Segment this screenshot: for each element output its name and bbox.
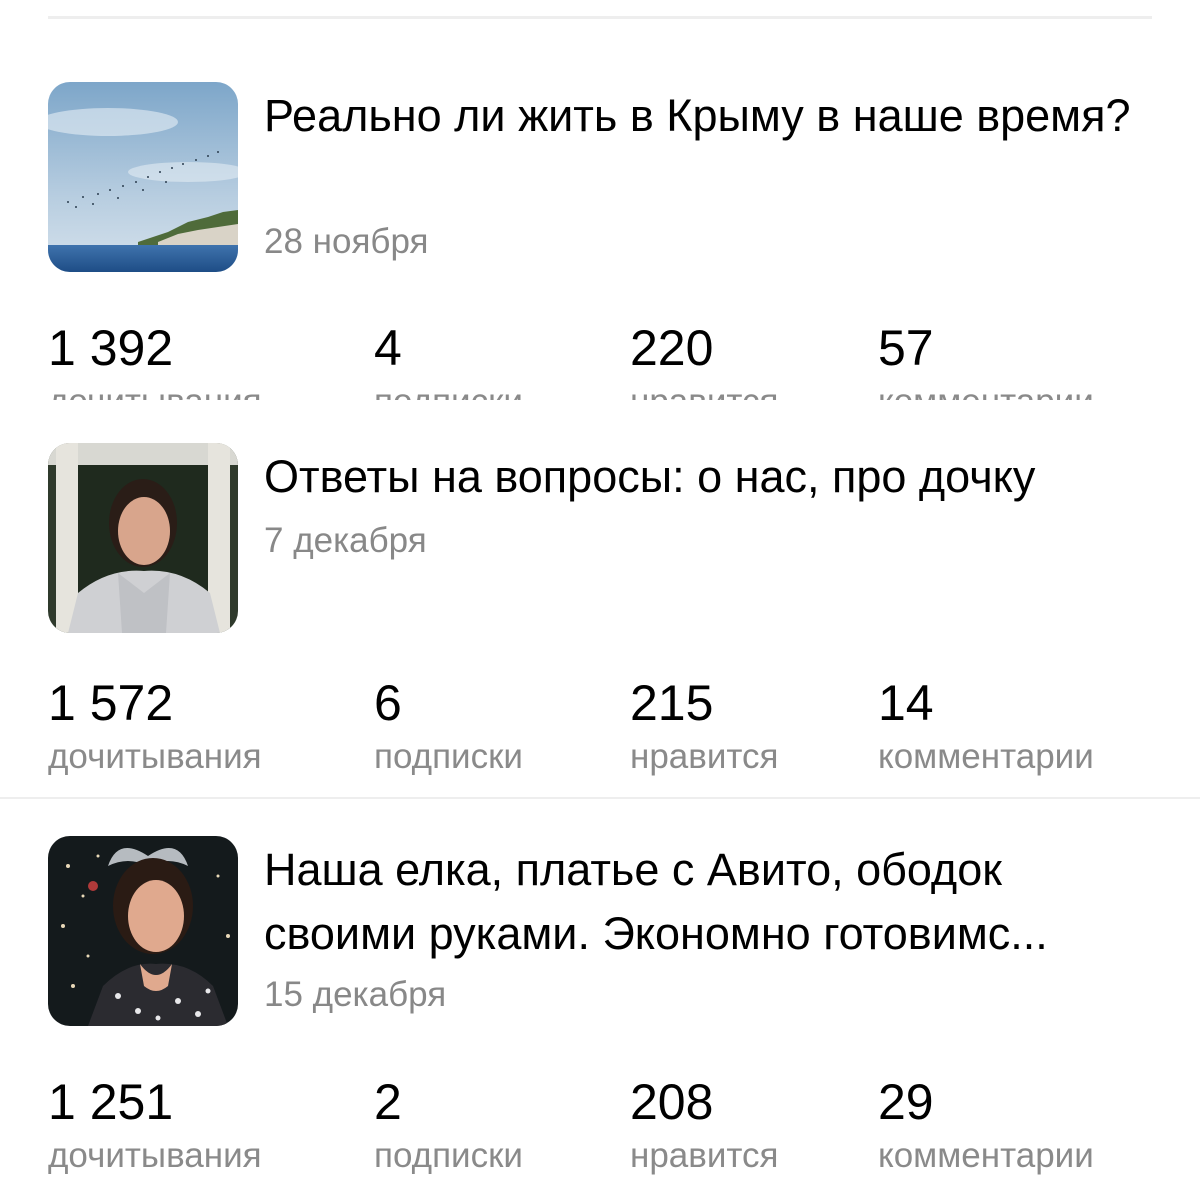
top-divider [48,16,1152,19]
stat-value: 220 [630,320,714,376]
stat-value: 1 392 [48,320,174,376]
stat-value: 208 [630,1074,714,1130]
article-card-3[interactable]: Наша елка, платье с Авито, ободок своими… [0,836,1200,1196]
stat-label: комментарии [878,382,1094,400]
article-card-2[interactable]: Ответы на вопросы: о нас, про дочку 7 де… [0,443,1200,783]
article-date: 15 декабря [264,975,447,1014]
article-date: 7 декабря [264,521,427,560]
stat-label: нравится [630,382,779,400]
stat-value: 2 [374,1074,402,1130]
article-stats: 1 572 дочитывания 6 подписки 215 нравитс… [0,675,1200,785]
stat-value: 29 [878,1074,934,1130]
stat-label: подписки [374,382,523,400]
stat-value: 6 [374,675,402,731]
stat-label: комментарии [878,1136,1094,1175]
stat-label: нравится [630,1136,779,1175]
article-thumbnail[interactable] [48,443,238,633]
stat-label: нравится [630,737,779,776]
stat-value: 1 572 [48,675,174,731]
stat-label: подписки [374,737,523,776]
woman-portrait-photo [48,443,238,633]
stat-value: 57 [878,320,934,376]
stat-label: комментарии [878,737,1094,776]
article-thumbnail[interactable] [48,836,238,1026]
article-thumbnail[interactable] [48,82,238,272]
article-stats: 1 392 дочитывания 4 подписки 220 нравитс… [0,320,1200,400]
stat-label: дочитывания [48,1136,262,1175]
stat-value: 1 251 [48,1074,174,1130]
article-stats: 1 251 дочитывания 2 подписки 208 нравитс… [0,1074,1200,1184]
stat-label: дочитывания [48,382,262,400]
article-title[interactable]: Наша елка, платье с Авито, ободок своими… [264,838,1154,966]
stat-value: 14 [878,675,934,731]
woman-christmas-tree-photo [48,836,238,1026]
article-card-1[interactable]: Реально ли жить в Крыму в наше время? 28… [0,82,1200,412]
article-date: 28 ноября [264,222,429,261]
stat-value: 215 [630,675,714,731]
stat-label: дочитывания [48,737,262,776]
article-title[interactable]: Ответы на вопросы: о нас, про дочку [264,445,1154,509]
stat-label: подписки [374,1136,523,1175]
section-divider [0,797,1200,799]
stat-value: 4 [374,320,402,376]
sea-coast-photo [48,82,238,272]
article-title[interactable]: Реально ли жить в Крыму в наше время? [264,84,1154,148]
